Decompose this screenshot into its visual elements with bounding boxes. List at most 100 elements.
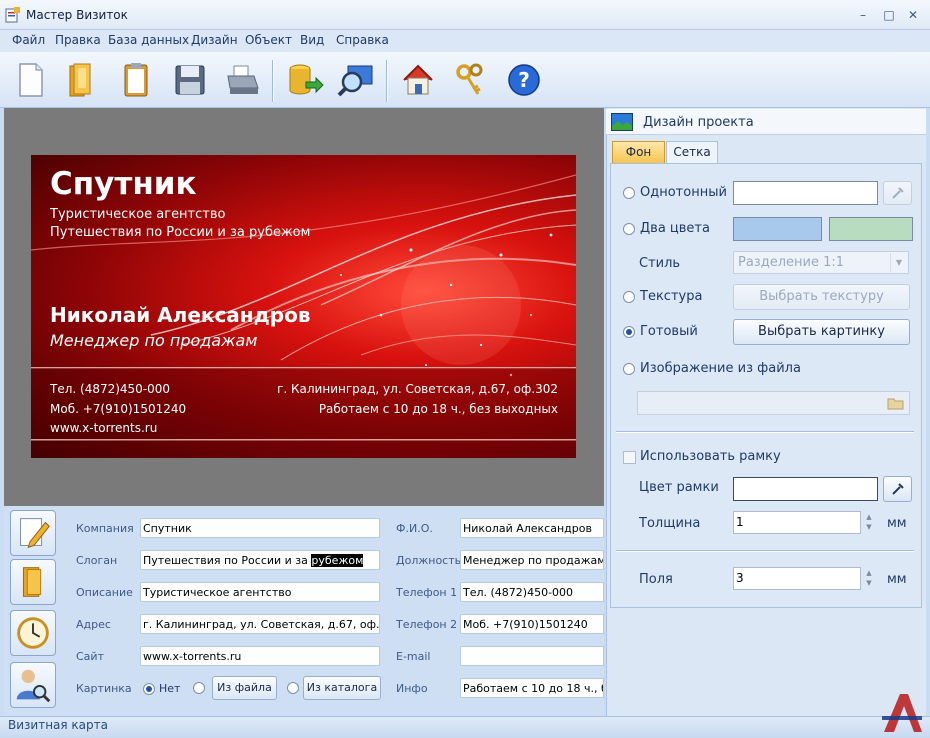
card-address[interactable]: г. Калининград, ул. Советская, д.67, оф.… [277,382,558,396]
card-phone-1[interactable]: Тел. (4872)450-000 [50,382,170,396]
margins-spinner[interactable]: ▲ ▼ [863,568,875,590]
home-icon[interactable] [396,58,440,102]
solid-color-picker-button[interactable] [883,181,912,205]
menu-help[interactable]: Справка [336,33,389,47]
database-export-icon[interactable] [282,58,326,102]
position-field[interactable]: Менеджер по продажам [460,550,604,570]
email-field[interactable] [460,646,604,666]
choose-texture-button[interactable]: Выбрать текстуру [733,284,910,310]
menu-view[interactable]: Вид [300,33,324,47]
watermark-logo [882,694,922,732]
card-hours[interactable]: Работаем с 10 до 18 ч., без выходных [319,402,558,416]
clock-icon[interactable] [10,610,56,656]
ready-image-label[interactable]: Готовый [640,324,698,339]
menu-database[interactable]: База данных [108,33,189,47]
card-company[interactable]: Спутник [50,166,197,202]
open-folder-icon[interactable] [887,395,905,411]
use-frame-checkbox[interactable] [623,451,636,464]
choose-picture-button[interactable]: Выбрать картинку [733,319,910,345]
solid-color-swatch[interactable] [733,181,878,205]
image-from-file-radio[interactable] [623,363,635,375]
two-colors-radio[interactable] [623,223,635,235]
help-icon[interactable]: ? [502,58,546,102]
picture-from-catalog-button[interactable]: Из каталога [303,676,381,700]
eyedropper-icon [891,187,904,199]
two-colors-label[interactable]: Два цвета [640,221,710,236]
label-phone-1: Телефон 1 [396,586,458,599]
tab-grid[interactable]: Сетка [666,141,718,164]
status-text: Визитная карта [8,718,108,732]
slogan-field[interactable]: Путешествия по России и за рубежом [140,550,380,570]
solid-color-radio[interactable] [623,187,635,199]
close-button[interactable]: ✕ [902,6,924,24]
fio-field[interactable]: Николай Александров [460,518,604,538]
edit-pencil-icon[interactable] [10,510,56,556]
label-info: Инфо [396,682,428,695]
site-field[interactable]: www.x-torrents.ru [140,646,380,666]
card-website[interactable]: www.x-torrents.ru [50,421,157,435]
printer-icon[interactable] [220,58,264,102]
maximize-button[interactable]: □ [878,6,900,24]
picture-none-radio[interactable] [143,683,155,695]
frame-color-label: Цвет рамки [639,480,719,495]
margins-field[interactable]: 3 [733,567,861,590]
label-phone-2: Телефон 2 [396,618,458,631]
margins-unit: мм [887,572,907,587]
catalog-book-icon[interactable] [10,559,56,605]
card-person-name[interactable]: Николай Александров [50,303,311,327]
chevron-down-icon[interactable]: ▼ [890,253,907,272]
save-icon[interactable] [168,58,212,102]
solid-color-label[interactable]: Однотонный [640,185,727,200]
thickness-field[interactable]: 1 [733,511,861,534]
label-fio: Ф.И.О. [396,522,433,535]
texture-radio[interactable] [623,291,635,303]
card-subtitle-1[interactable]: Туристическое агентство [50,207,225,222]
card-position[interactable]: Менеджер по продажам [50,331,257,350]
image-from-file-label[interactable]: Изображение из файла [640,361,801,376]
app-icon [5,7,20,23]
label-description: Описание [76,586,133,599]
open-folder-icon[interactable] [58,58,102,102]
image-file-path-field[interactable] [637,391,910,415]
section-divider [616,550,914,552]
new-document-icon[interactable] [8,58,52,102]
texture-label[interactable]: Текстура [640,289,702,304]
picture-from-file-button[interactable]: Из файла [212,676,277,700]
color-a-swatch[interactable] [733,217,822,241]
tab-background[interactable]: Фон [612,141,665,164]
phone-1-field[interactable]: Тел. (4872)450-000 [460,582,604,602]
menu-design[interactable]: Дизайн [191,33,238,47]
status-bar [0,716,930,738]
design-panel-title: Дизайн проекта [643,115,754,130]
label-position: Должность [396,554,462,567]
picture-none-label[interactable]: Нет [159,682,180,695]
minimize-button[interactable]: – [852,6,874,24]
clipboard-icon[interactable] [114,58,158,102]
picture-file-radio[interactable] [193,682,205,694]
info-field[interactable]: Работаем с 10 до 18 ч., без [460,678,604,698]
address-field[interactable]: г. Калининград, ул. Советская, д.67, оф.… [140,614,380,634]
description-field[interactable]: Туристическое агентство [140,582,380,602]
card-subtitle-2[interactable]: Путешествия по России и за рубежом [50,225,310,240]
ready-image-radio[interactable] [623,326,635,338]
eyedropper-icon [891,483,904,495]
search-preview-icon[interactable] [334,58,378,102]
label-address: Адрес [76,618,111,631]
section-divider [616,431,914,433]
menu-file[interactable]: Файл [12,33,45,47]
thickness-spinner[interactable]: ▲ ▼ [863,512,875,534]
user-search-icon[interactable] [10,662,56,708]
color-b-swatch[interactable] [829,217,913,241]
card-phone-2[interactable]: Моб. +7(910)1501240 [50,402,186,416]
use-frame-label[interactable]: Использовать рамку [640,449,781,464]
keys-icon[interactable] [448,58,492,102]
menu-edit[interactable]: Правка [55,33,101,47]
label-picture: Картинка [76,682,132,695]
frame-color-picker-button[interactable] [883,476,912,502]
picture-catalog-radio[interactable] [287,682,299,694]
menu-object[interactable]: Объект [245,33,292,47]
phone-2-field[interactable]: Моб. +7(910)1501240 [460,614,604,634]
company-field[interactable]: Спутник [140,518,380,538]
style-select[interactable]: Разделение 1:1 [733,251,909,274]
frame-color-swatch[interactable] [733,477,878,501]
